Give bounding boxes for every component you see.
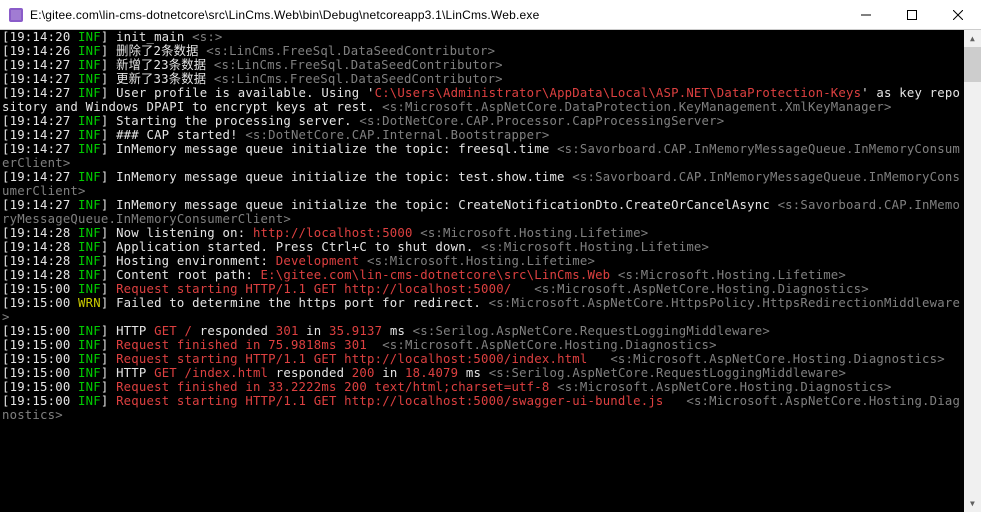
app-icon (8, 7, 24, 23)
log-line: [19:15:00 INF] Request finished in 33.22… (2, 380, 964, 394)
log-line: [19:14:20 INF] init_main <s:> (2, 30, 964, 44)
maximize-button[interactable] (889, 0, 935, 29)
close-button[interactable] (935, 0, 981, 29)
window-titlebar: E:\gitee.com\lin-cms-dotnetcore\src\LinC… (0, 0, 981, 30)
window-title: E:\gitee.com\lin-cms-dotnetcore\src\LinC… (30, 8, 843, 22)
log-line: [19:15:00 WRN] Failed to determine the h… (2, 296, 964, 324)
scroll-up-button[interactable]: ▲ (964, 30, 981, 47)
log-line: [19:15:00 INF] Request finished in 75.98… (2, 338, 964, 352)
log-line: [19:15:00 INF] Request starting HTTP/1.1… (2, 352, 964, 366)
scroll-thumb[interactable] (964, 47, 981, 82)
log-line: [19:14:28 INF] Hosting environment: Deve… (2, 254, 964, 268)
log-line: [19:14:27 INF] ### CAP started! <s:DotNe… (2, 128, 964, 142)
log-line: [19:14:27 INF] Starting the processing s… (2, 114, 964, 128)
log-line: [19:14:27 INF] InMemory message queue in… (2, 142, 964, 170)
log-line: [19:14:28 INF] Application started. Pres… (2, 240, 964, 254)
log-line: [19:15:00 INF] Request starting HTTP/1.1… (2, 394, 964, 422)
log-line: [19:14:27 INF] InMemory message queue in… (2, 170, 964, 198)
log-line: [19:15:00 INF] HTTP GET /index.html resp… (2, 366, 964, 380)
terminal-output[interactable]: [19:14:20 INF] init_main <s:>[19:14:26 I… (2, 30, 964, 512)
log-line: [19:14:28 INF] Content root path: E:\git… (2, 268, 964, 282)
log-line: [19:14:26 INF] 删除了2条数据 <s:LinCms.FreeSql… (2, 44, 964, 58)
window-controls (843, 0, 981, 29)
log-line: [19:14:27 INF] 新增了23条数据 <s:LinCms.FreeSq… (2, 58, 964, 72)
log-line: [19:14:27 INF] InMemory message queue in… (2, 198, 964, 226)
minimize-button[interactable] (843, 0, 889, 29)
log-line: [19:15:00 INF] HTTP GET / responded 301 … (2, 324, 964, 338)
terminal-area: [19:14:20 INF] init_main <s:>[19:14:26 I… (0, 30, 981, 512)
scroll-track[interactable] (964, 47, 981, 495)
log-line: [19:14:28 INF] Now listening on: http://… (2, 226, 964, 240)
log-line: [19:14:27 INF] User profile is available… (2, 86, 964, 114)
scroll-down-button[interactable]: ▼ (964, 495, 981, 512)
log-line: [19:15:00 INF] Request starting HTTP/1.1… (2, 282, 964, 296)
vertical-scrollbar[interactable]: ▲ ▼ (964, 30, 981, 512)
log-line: [19:14:27 INF] 更新了33条数据 <s:LinCms.FreeSq… (2, 72, 964, 86)
